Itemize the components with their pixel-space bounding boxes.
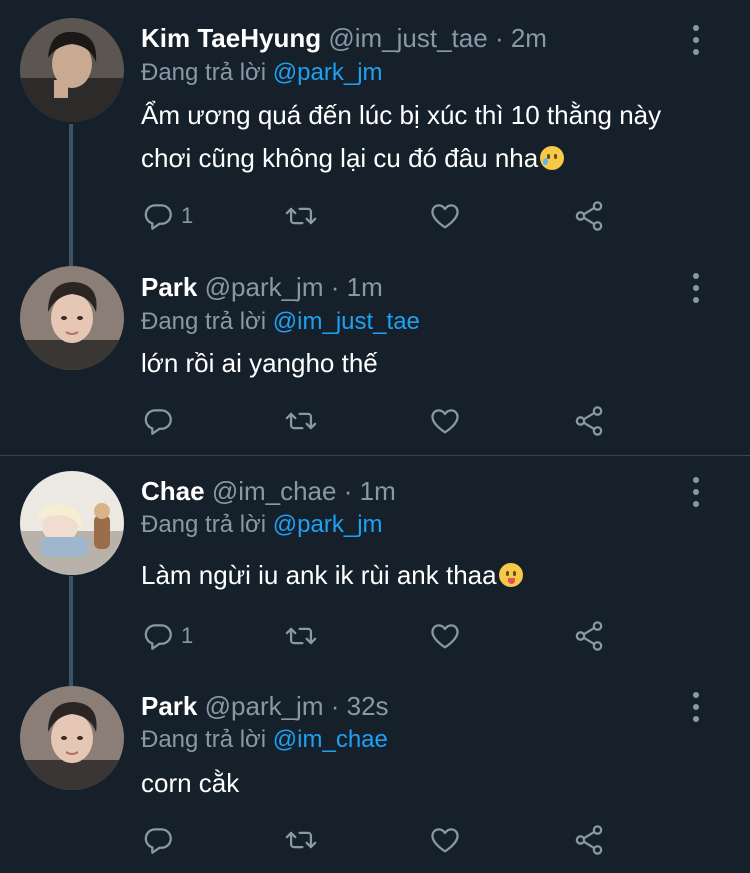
mention-link[interactable]: @im_chae: [273, 726, 388, 753]
more-icon[interactable]: [684, 692, 708, 722]
timestamp[interactable]: 1m: [360, 476, 396, 506]
share-icon: [575, 825, 603, 855]
like-icon: [431, 409, 459, 434]
smiling-face-with-tear-emoji: [540, 146, 565, 170]
tweet-1[interactable]: Kim TaeHyung @im_just_tae · 2m Đang trả …: [0, 0, 750, 268]
retweet-icon: [285, 207, 317, 225]
retweet-button[interactable]: [284, 198, 318, 234]
replying-to-label: Đang trả lời: [141, 308, 267, 335]
mention-link[interactable]: @park_jm: [273, 59, 383, 86]
tweet-header: Chae @im_chae · 1m: [141, 476, 396, 506]
replying-to: Đang trả lời @im_just_tae: [141, 307, 420, 337]
like-button[interactable]: [428, 618, 462, 654]
tweet-2[interactable]: Park @park_jm · 1m Đang trả lời @im_just…: [0, 258, 750, 454]
reply-button[interactable]: 1: [141, 618, 193, 654]
mention-link[interactable]: @im_just_tae: [273, 308, 420, 335]
reply-button[interactable]: [141, 403, 181, 439]
more-icon[interactable]: [684, 273, 708, 303]
tweet-text: Ẩm ương quá đến lúc bị xúc thì 10 thằng …: [141, 94, 661, 180]
username[interactable]: @im_chae: [212, 476, 337, 506]
share-button[interactable]: [572, 618, 606, 654]
avatar[interactable]: [20, 471, 124, 575]
tweet-text-line: lớn rồi ai yangho thế: [141, 348, 378, 378]
tweet-text: corn cằk: [141, 762, 239, 805]
replying-to: Đang trả lời @im_chae: [141, 725, 388, 755]
like-icon: [431, 828, 459, 853]
face-savoring-food-emoji: [498, 563, 523, 587]
timestamp[interactable]: 2m: [511, 23, 547, 53]
share-button[interactable]: [572, 198, 606, 234]
like-button[interactable]: [428, 822, 462, 858]
separator-dot: ·: [494, 23, 504, 53]
tweet-text-line: Ẩm ương quá đến lúc bị xúc thì 10 thằng …: [141, 100, 662, 130]
like-button[interactable]: [428, 198, 462, 234]
tweet-4[interactable]: Park @park_jm · 32s Đang trả lời @im_cha…: [0, 678, 750, 873]
reply-button[interactable]: 1: [141, 198, 193, 234]
retweet-button[interactable]: [284, 822, 318, 858]
tweet-text: Làm ngừi iu ank ik rùi ank thaa: [141, 554, 523, 597]
share-icon: [575, 201, 603, 231]
tweet-header: Kim TaeHyung @im_just_tae · 2m: [141, 23, 547, 53]
timestamp[interactable]: 1m: [347, 272, 383, 302]
share-icon: [575, 621, 603, 651]
reply-count: 1: [181, 623, 194, 648]
replying-to-label: Đang trả lời: [141, 726, 267, 753]
reply-button[interactable]: [141, 822, 181, 858]
display-name[interactable]: Park: [141, 691, 197, 721]
separator-dot: ·: [330, 691, 340, 721]
tweet-3[interactable]: Chae @im_chae · 1m Đang trả lời @park_jm…: [0, 456, 750, 686]
username[interactable]: @im_just_tae: [328, 23, 487, 53]
username[interactable]: @park_jm: [205, 691, 324, 721]
retweet-button[interactable]: [284, 618, 318, 654]
display-name[interactable]: Kim TaeHyung: [141, 23, 321, 53]
reply-icon: [144, 624, 172, 650]
reply-icon: [144, 828, 172, 854]
replying-to: Đang trả lời @park_jm: [141, 58, 383, 88]
reply-count: 1: [181, 203, 194, 228]
thread-line: [69, 124, 73, 268]
reply-icon: [144, 204, 172, 230]
display-name[interactable]: Park: [141, 272, 197, 302]
tweet-text-line: chơi cũng không lại cu đó đâu nha: [141, 143, 539, 173]
avatar[interactable]: [20, 266, 124, 370]
reply-icon: [144, 409, 172, 435]
separator-dot: ·: [343, 476, 353, 506]
retweet-icon: [285, 831, 317, 849]
tweet-header: Park @park_jm · 1m: [141, 272, 383, 302]
mention-link[interactable]: @park_jm: [273, 511, 383, 538]
retweet-icon: [285, 627, 317, 645]
retweet-button[interactable]: [284, 403, 318, 439]
tweet-text-line: corn cằk: [141, 768, 240, 798]
more-icon[interactable]: [684, 477, 708, 507]
avatar[interactable]: [20, 686, 124, 790]
like-button[interactable]: [428, 403, 462, 439]
share-button[interactable]: [572, 822, 606, 858]
username[interactable]: @park_jm: [205, 272, 324, 302]
display-name[interactable]: Chae: [141, 476, 205, 506]
like-icon: [431, 204, 459, 229]
separator-dot: ·: [330, 272, 340, 302]
share-button[interactable]: [572, 403, 606, 439]
avatar[interactable]: [20, 18, 124, 122]
replying-to: Đang trả lời @park_jm: [141, 510, 383, 540]
retweet-icon: [285, 412, 317, 430]
replying-to-label: Đang trả lời: [141, 511, 267, 538]
timestamp[interactable]: 32s: [347, 691, 389, 721]
like-icon: [431, 624, 459, 649]
replying-to-label: Đang trả lời: [141, 59, 267, 86]
tweet-text-line: Làm ngừi iu ank ik rùi ank thaa: [141, 560, 497, 590]
more-icon[interactable]: [684, 25, 708, 55]
tweet-text: lớn rồi ai yangho thế: [141, 342, 378, 385]
share-icon: [575, 406, 603, 436]
tweet-header: Park @park_jm · 32s: [141, 691, 389, 721]
thread-line: [69, 576, 73, 686]
